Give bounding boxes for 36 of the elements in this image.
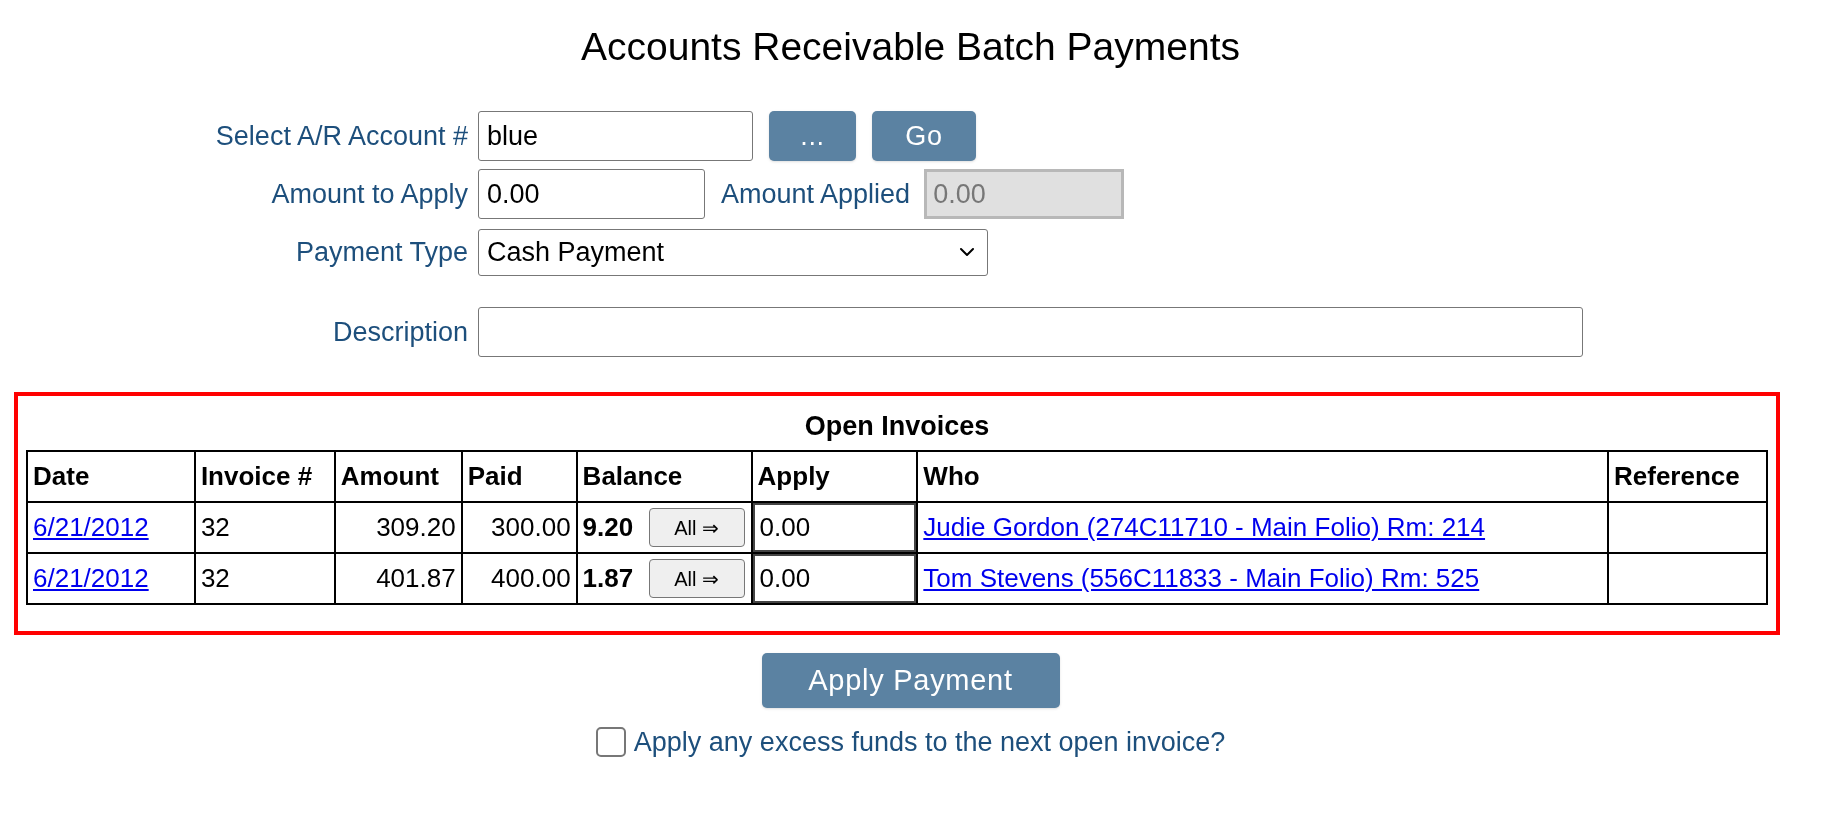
column-header: Who [917, 451, 1608, 502]
apply-amount-field[interactable]: 0.00 [752, 554, 917, 603]
apply-payment-button[interactable]: Apply Payment [761, 653, 1060, 708]
payment-type-select[interactable]: Cash Payment [478, 228, 988, 276]
balance-value: 9.20 [582, 511, 635, 544]
field-label: Amount to Apply [270, 177, 469, 211]
column-header: Paid [461, 451, 577, 502]
table-cell: 32 [194, 502, 335, 553]
checkbox-label: Apply any excess funds to the next open invoice? [633, 726, 1226, 759]
apply-amount-field[interactable]: 0.00 [752, 503, 917, 552]
amount-to-apply-field[interactable]: 0.00 [478, 169, 705, 219]
field-label: Description [331, 315, 469, 349]
browse-button[interactable]: ... [769, 111, 856, 161]
column-header: Date [27, 451, 195, 502]
table-cell: 32 [194, 553, 335, 604]
account-field[interactable]: blue [478, 111, 753, 161]
column-header: Amount [334, 451, 462, 502]
balance-value: 1.87 [582, 562, 635, 595]
table-cell: 300.00 [461, 502, 577, 553]
page-title: Accounts Receivable Batch Payments [580, 24, 1241, 70]
column-header: Apply [751, 451, 918, 502]
field-label: Payment Type [294, 235, 469, 269]
table-cell: 401.87 [334, 553, 462, 604]
checkbox[interactable] [595, 727, 626, 758]
apply-all-button[interactable]: All ⇒ [648, 559, 745, 598]
apply-all-button[interactable]: All ⇒ [648, 508, 745, 547]
field-label: Amount Applied [721, 177, 911, 211]
description-field[interactable] [478, 307, 1583, 357]
table-cell: 309.20 [334, 502, 462, 553]
table-cell: 400.00 [461, 553, 577, 604]
field-label: Select A/R Account # [214, 119, 469, 153]
section-title: Open Invoices [803, 410, 991, 443]
column-header: Invoice # [194, 451, 335, 502]
go-button[interactable]: Go [872, 111, 976, 161]
column-header: Reference [1608, 451, 1767, 502]
column-header: Balance [576, 451, 752, 502]
